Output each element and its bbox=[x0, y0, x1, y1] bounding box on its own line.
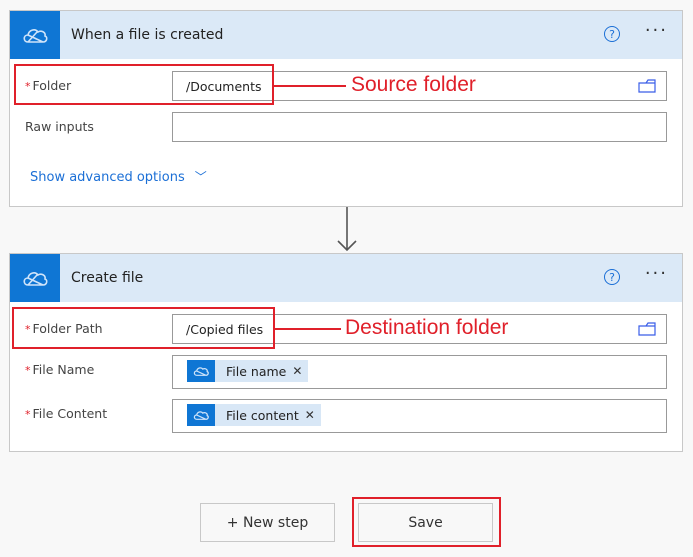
folder-picker-icon[interactable] bbox=[638, 322, 656, 339]
raw-inputs-label: Raw inputs bbox=[25, 119, 94, 134]
onedrive-icon bbox=[187, 404, 215, 426]
folder-picker-icon[interactable] bbox=[638, 79, 656, 96]
file-content-label: * File Content bbox=[25, 406, 108, 421]
file-content-input[interactable]: File content ✕ bbox=[172, 399, 667, 433]
destination-annotation-line bbox=[275, 328, 341, 330]
create-file-card-header[interactable]: Create file ? ··· bbox=[10, 254, 682, 302]
chevron-down-icon: ﹀ bbox=[194, 170, 207, 184]
trigger-card: When a file is created ? ··· * Folder /Do… bbox=[9, 10, 683, 207]
trigger-title: When a file is created bbox=[71, 27, 224, 43]
remove-token-icon[interactable]: ✕ bbox=[292, 364, 302, 378]
file-content-token[interactable]: File content ✕ bbox=[187, 404, 321, 426]
destination-folder-highlight bbox=[12, 307, 275, 349]
flow-arrow-icon bbox=[336, 207, 358, 257]
create-file-title: Create file bbox=[71, 270, 144, 286]
question-circle-icon[interactable]: ? bbox=[604, 269, 620, 285]
ellipsis-icon[interactable]: ··· bbox=[645, 265, 668, 283]
show-advanced-options-link[interactable]: Show advanced options ﹀ bbox=[30, 168, 207, 185]
file-name-label: * File Name bbox=[25, 362, 95, 377]
remove-token-icon[interactable]: ✕ bbox=[305, 408, 315, 422]
onedrive-icon bbox=[10, 254, 60, 302]
onedrive-icon bbox=[10, 11, 60, 59]
file-name-input[interactable]: File name ✕ bbox=[172, 355, 667, 389]
ellipsis-icon[interactable]: ··· bbox=[645, 22, 668, 40]
onedrive-icon bbox=[187, 360, 215, 382]
destination-folder-annotation: Destination folder bbox=[345, 316, 509, 339]
save-button[interactable]: Save bbox=[358, 503, 493, 542]
source-annotation-line bbox=[274, 85, 346, 87]
new-step-button[interactable]: + New step bbox=[200, 503, 335, 542]
trigger-card-header[interactable]: When a file is created ? ··· bbox=[10, 11, 682, 59]
file-name-token[interactable]: File name ✕ bbox=[187, 360, 309, 382]
raw-inputs-input[interactable] bbox=[172, 112, 667, 142]
question-circle-icon[interactable]: ? bbox=[604, 26, 620, 42]
create-file-card: Create file ? ··· * Folder Path /Copied f… bbox=[9, 253, 683, 452]
source-folder-highlight bbox=[14, 64, 274, 105]
source-folder-annotation: Source folder bbox=[351, 73, 476, 96]
